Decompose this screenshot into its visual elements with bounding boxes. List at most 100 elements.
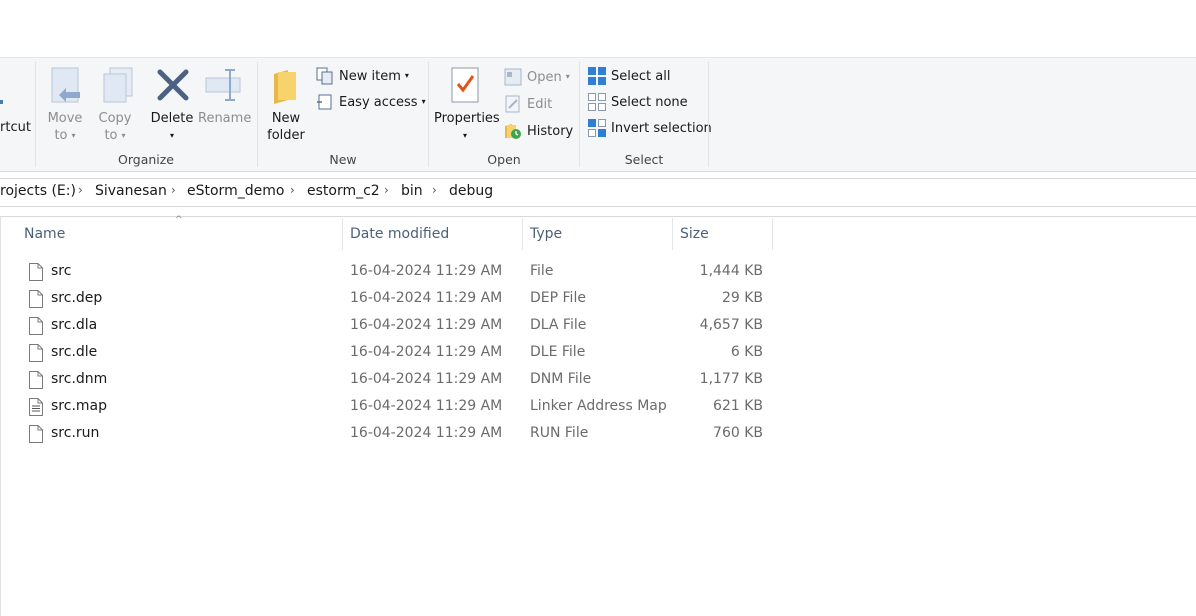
invert-selection-icon [588,119,606,137]
open-button[interactable]: Open ▾ [504,66,570,88]
move-to-button[interactable]: Move to ▾ [44,64,86,144]
chevron-right-icon[interactable]: › [432,183,437,197]
file-date-modified: 16-04-2024 11:29 AM [350,263,503,279]
rename-button[interactable]: Rename [198,64,251,144]
column-header-name[interactable]: Name [24,226,65,242]
invert-selection-button[interactable]: Invert selection [588,117,712,139]
file-icon [29,317,43,335]
new-item-label: New item [339,68,401,84]
properties-label: Properties [434,111,500,126]
select-all-label: Select all [611,68,671,84]
open-group-label: Open [487,152,521,167]
chevron-right-icon[interactable]: › [290,183,295,197]
address-bar[interactable]: rojects (E:) › Sivanesan › eStorm_demo ›… [0,178,1196,207]
file-size: 6 KB [730,344,763,360]
file-type: RUN File [530,425,589,441]
delete-icon [157,69,189,101]
select-none-button[interactable]: Select none [588,91,688,113]
file-row[interactable]: src.map 16-04-2024 11:29 AM Linker Address… [0,394,780,421]
easy-access-label: Easy access [339,94,418,110]
breadcrumb-bin[interactable]: bin [401,183,423,199]
file-size: 760 KB [713,425,763,441]
ribbon: rtcut Move to ▾ Copy to ▾ Delete ▾ Renam… [0,57,1196,172]
move-to-label-2: to [54,128,68,143]
file-type: DEP File [530,290,586,306]
new-folder-button[interactable]: New folder [264,64,308,144]
new-folder-label-2: folder [267,128,305,143]
file-row[interactable]: src 16-04-2024 11:29 AM File 1,444 KB [0,259,780,286]
chevron-right-icon[interactable]: › [78,183,83,197]
select-group-label: Select [624,152,664,167]
file-type: DLE File [530,344,586,360]
move-to-icon [51,67,80,103]
properties-icon [451,67,479,103]
copy-to-label-1: Copy [98,111,132,126]
select-none-label: Select none [611,94,688,110]
file-name: src.dep [51,290,103,306]
file-size: 1,177 KB [699,371,763,387]
group-separator [708,62,709,167]
edit-button[interactable]: Edit [504,93,552,115]
breadcrumb-estorm-c2[interactable]: estorm_c2 [307,183,380,199]
select-all-icon [588,67,606,85]
file-size: 1,444 KB [699,263,763,279]
column-header-size[interactable]: Size [680,226,709,242]
file-date-modified: 16-04-2024 11:29 AM [350,290,503,306]
file-type: Linker Address Map [530,398,667,414]
select-none-icon [588,93,606,111]
file-type: DNM File [530,371,592,387]
column-divider[interactable] [522,218,523,250]
easy-access-button[interactable]: Easy access ▾ [316,91,426,113]
history-button[interactable]: History [504,120,573,142]
edit-label: Edit [527,96,553,112]
edit-icon [505,95,520,113]
column-divider[interactable] [672,218,673,250]
chevron-right-icon[interactable]: › [384,183,389,197]
column-header-date-modified[interactable]: Date modified [350,226,449,242]
file-row[interactable]: src.dnm 16-04-2024 11:29 AM DNM File 1,177 … [0,367,780,394]
easy-access-icon [317,94,332,110]
breadcrumb-debug[interactable]: debug [449,183,493,199]
rename-icon [205,69,241,101]
column-divider[interactable] [772,218,773,250]
file-row[interactable]: src.dle 16-04-2024 11:29 AM DLE File 6 KB [0,340,780,367]
new-group-label: New [329,152,357,167]
file-name: src.dla [51,317,98,333]
new-item-button[interactable]: New item ▾ [316,65,409,87]
column-divider[interactable] [342,218,343,250]
column-header-type[interactable]: Type [530,226,562,242]
file-name: src [51,263,72,279]
breadcrumb-drive[interactable]: rojects (E:) [0,183,76,199]
file-row[interactable]: src.run 16-04-2024 11:29 AM RUN File 760 KB [0,421,780,448]
file-date-modified: 16-04-2024 11:29 AM [350,344,503,360]
file-icon [29,290,43,308]
copy-to-button[interactable]: Copy to ▾ [94,64,136,144]
properties-button[interactable]: Properties ▾ [434,64,500,144]
file-row[interactable]: src.dla 16-04-2024 11:29 AM DLA File 4,657 … [0,313,780,340]
file-type: File [530,263,554,279]
new-item-icon [316,67,333,85]
organize-group-label: Organize [118,152,174,167]
delete-button[interactable]: Delete ▾ [150,64,194,144]
file-name: src.map [51,398,107,414]
invert-selection-label: Invert selection [611,120,712,136]
breadcrumb-estorm-demo[interactable]: eStorm_demo [187,183,284,199]
open-label: Open [527,69,562,85]
file-icon [29,344,43,362]
file-size: 4,657 KB [699,317,763,333]
file-name: src.dle [51,344,98,360]
file-row[interactable]: src.dep 16-04-2024 11:29 AM DEP File 29 KB [0,286,780,313]
history-label: History [527,123,574,139]
file-size: 29 KB [721,290,763,306]
file-icon [29,425,43,443]
text-file-icon [29,398,43,416]
new-folder-label-1: New [271,111,301,126]
breadcrumb-sivanesan[interactable]: Sivanesan [95,183,167,199]
file-date-modified: 16-04-2024 11:29 AM [350,371,503,387]
history-icon [505,124,521,139]
open-icon [504,68,522,86]
paste-shortcut-button[interactable]: rtcut [0,120,31,135]
select-all-button[interactable]: Select all [588,65,670,87]
file-size: 621 KB [713,398,763,414]
chevron-right-icon[interactable]: › [171,183,176,197]
